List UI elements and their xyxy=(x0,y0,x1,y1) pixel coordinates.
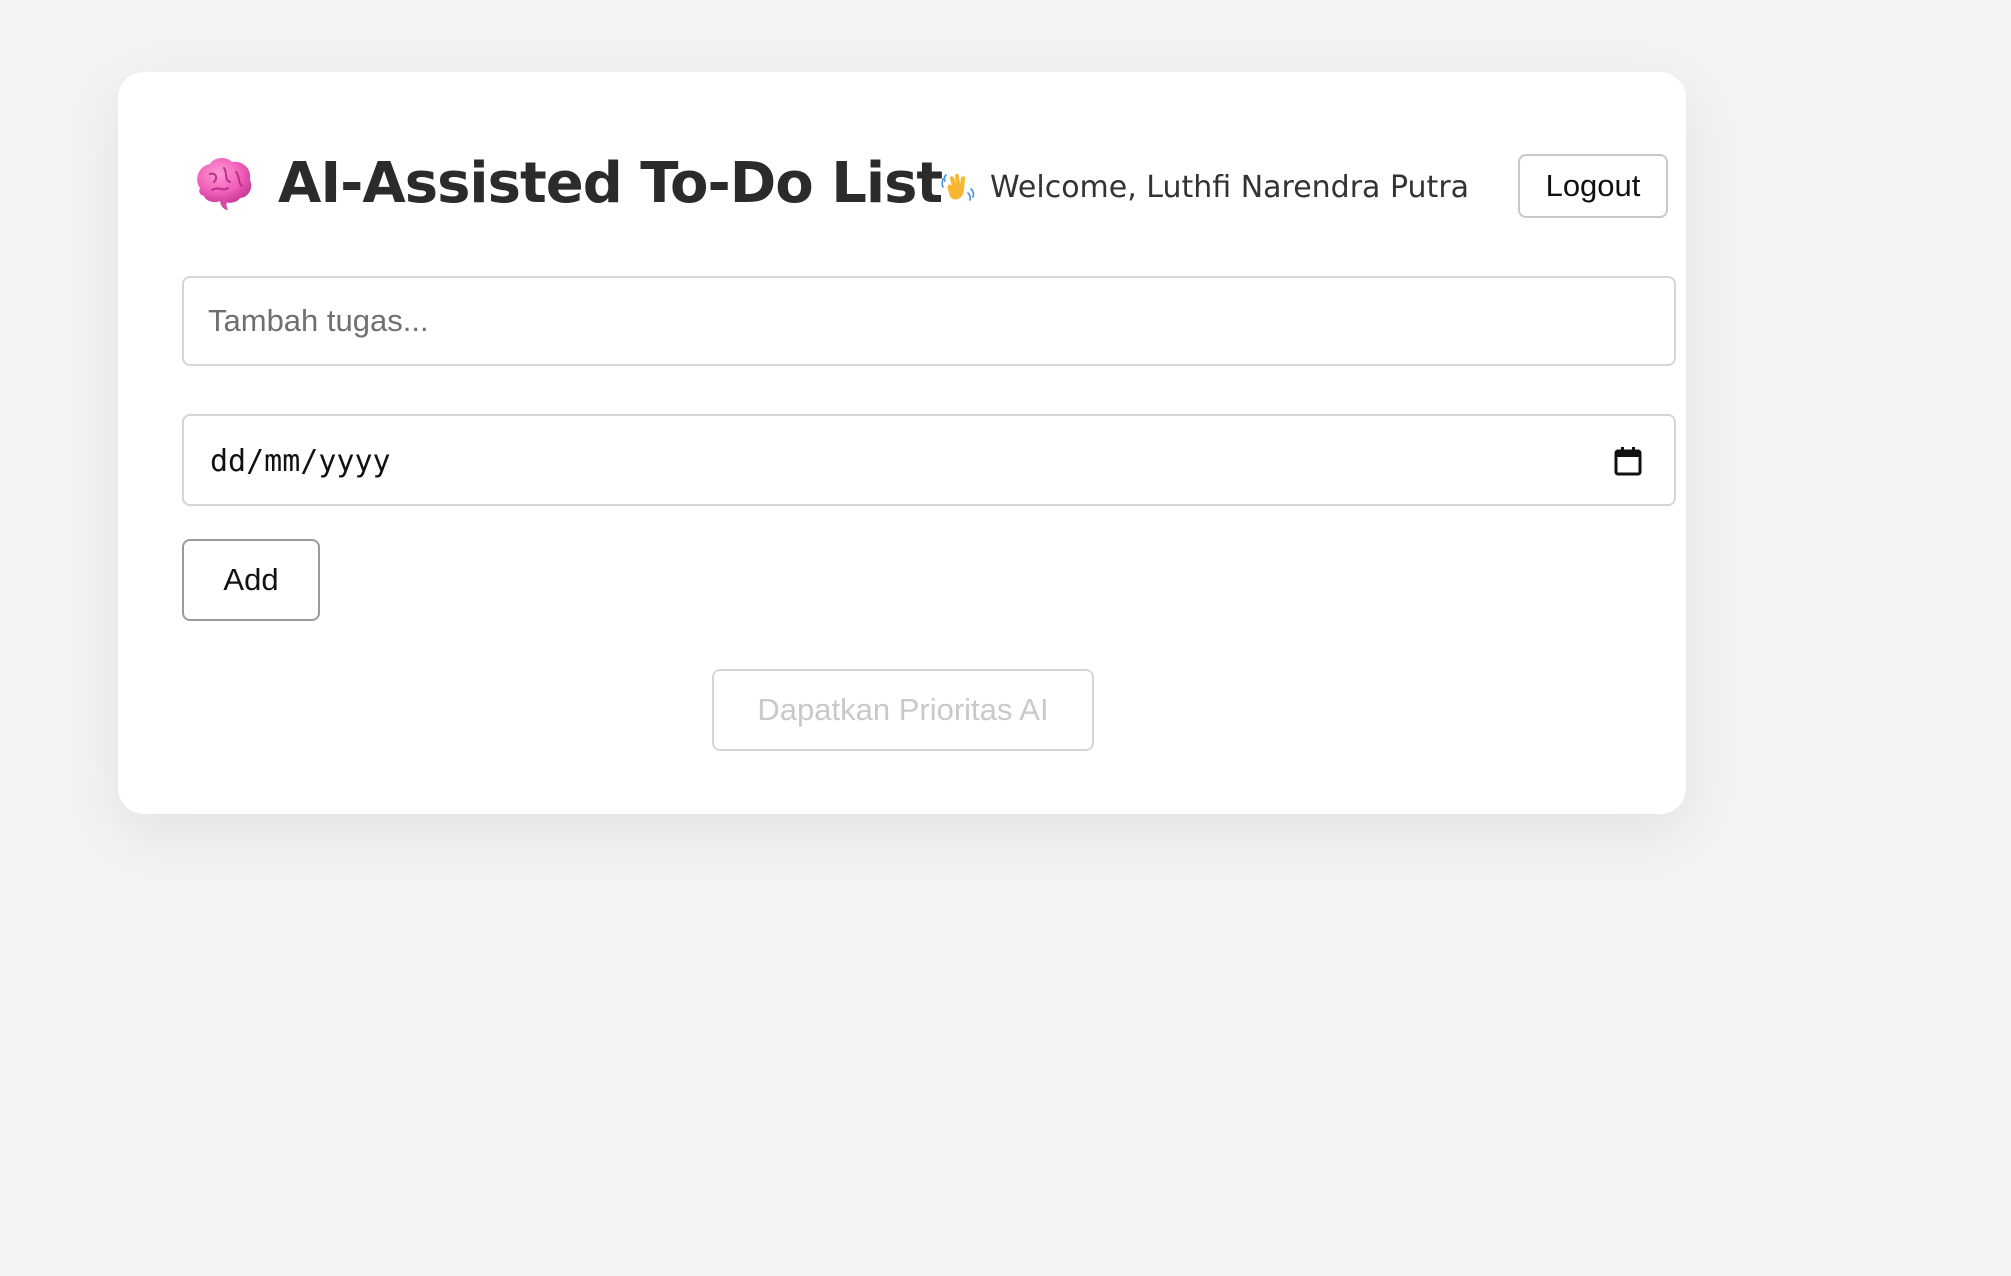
waving-hand-icon xyxy=(941,173,975,201)
task-input[interactable] xyxy=(182,276,1676,366)
todo-card: AI-Assisted To-Do List Welcome, Luthfi N… xyxy=(118,72,1686,814)
header: AI-Assisted To-Do List Welcome, Luthfi N… xyxy=(190,132,1640,242)
ai-priority-button[interactable]: Dapatkan Prioritas AI xyxy=(712,669,1094,751)
calendar-icon[interactable] xyxy=(1612,444,1644,478)
brain-icon xyxy=(197,158,252,210)
logout-button[interactable]: Logout xyxy=(1518,154,1668,218)
welcome-message: Welcome, Luthfi Narendra Putra xyxy=(940,162,1469,212)
welcome-text: Welcome, Luthfi Narendra Putra xyxy=(990,169,1470,205)
date-format-text: dd/mm/yyyy xyxy=(210,444,391,479)
page-title: AI-Assisted To-Do List xyxy=(278,151,943,216)
due-date-field[interactable]: dd/mm/yyyy xyxy=(182,414,1676,506)
add-button[interactable]: Add xyxy=(182,539,320,621)
